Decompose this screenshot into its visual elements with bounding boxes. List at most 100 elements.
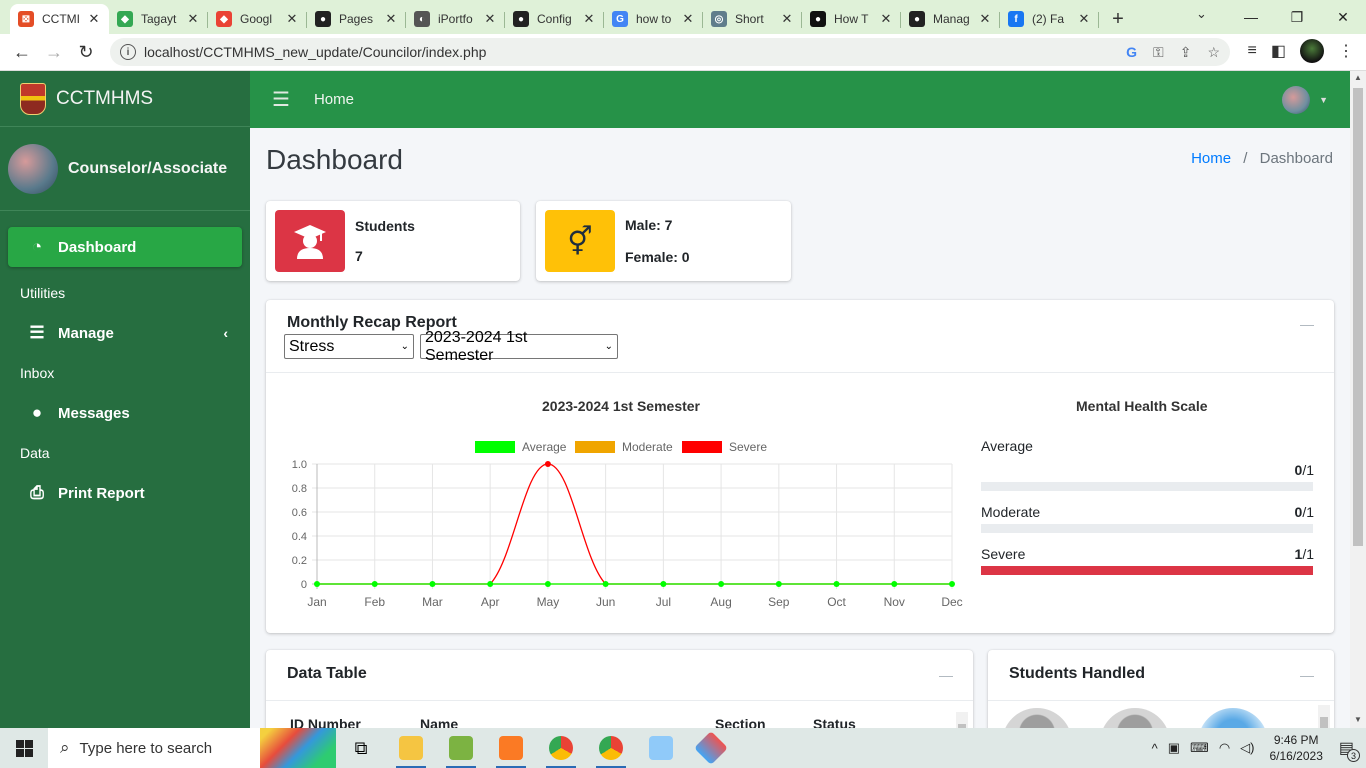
sidebar-item-dashboard[interactable]: ◔ Dashboard [8,227,242,267]
restore-icon[interactable]: ❐ [1274,0,1320,34]
sidebar-item-manage[interactable]: ☰ Manage ‹ [8,313,242,353]
gender-info-box: ⚥ Male: 7 Female: 0 [536,201,791,281]
close-tab-icon[interactable]: ✕ [978,11,992,27]
scroll-down-icon[interactable]: ▼ [1354,715,1362,724]
chrome-profile-icon[interactable] [586,728,636,768]
reload-icon[interactable]: ↻ [70,36,102,68]
brand[interactable]: CCTMHMS [0,71,250,127]
sidebar-item-messages[interactable]: ● Messages [8,393,242,433]
share-icon[interactable]: ⇪ [1180,44,1192,61]
scale-title: Mental Health Scale [1076,398,1208,414]
site-info-icon[interactable]: i [120,44,136,60]
table-scrollbar[interactable] [956,712,968,728]
task-view-icon[interactable]: ⧉ [336,728,386,768]
chevron-up-icon[interactable]: ^ [1152,741,1158,756]
user-menu-avatar[interactable] [1282,85,1310,114]
breadcrumb-home[interactable]: Home [1191,150,1231,167]
sidebar-item-print-report[interactable]: ⎙ Print Report [8,473,242,513]
browser-tab[interactable]: ◆ Tagayt ✕ [109,4,208,34]
browser-tab[interactable]: f (2) Fa ✕ [1000,4,1099,34]
hamburger-menu-icon[interactable]: ☰ [272,87,290,112]
nav-home-link[interactable]: Home [314,91,354,108]
close-tab-icon[interactable]: ✕ [681,11,695,27]
windows-start-icon[interactable] [0,728,48,768]
close-tab-icon[interactable]: ✕ [879,11,893,27]
close-tab-icon[interactable]: ✕ [384,11,398,27]
x-tick-label: Jan [307,595,326,609]
scale-value: 1/1 [1295,546,1314,562]
clock[interactable]: 9:46 PM 6/16/2023 [1269,732,1322,764]
collapse-handled-icon[interactable]: — [1300,667,1314,683]
minimize-icon[interactable]: — [1228,0,1274,34]
close-tab-icon[interactable]: ✕ [285,11,299,27]
student-avatar[interactable] [1002,708,1072,728]
back-icon[interactable]: ← [6,36,38,68]
device-icon[interactable]: ▣ [1168,740,1180,756]
browser-tab[interactable]: ◐ iPortfo ✕ [406,4,505,34]
taskbar-search[interactable]: ⌕ Type here to search [48,728,336,768]
col-status[interactable]: Status [813,716,856,728]
col-name[interactable]: Name [420,716,458,728]
tab-search-icon[interactable]: ⌄ [1196,6,1207,22]
scroll-up-icon[interactable]: ▲ [1354,73,1362,82]
card-divider [266,700,973,701]
content-wrapper: Dashboard Home / Dashboard Students 7 ⚥ … [250,128,1350,728]
close-window-icon[interactable]: ✕ [1320,0,1366,34]
key-icon[interactable]: ⚿ [1153,44,1164,61]
brand-logo [20,82,46,115]
collapse-recap-icon[interactable]: — [1300,316,1314,332]
chrome-icon[interactable] [536,728,586,768]
side-panel-icon[interactable]: ◧ [1271,41,1286,61]
git-icon[interactable] [686,728,736,768]
semester-select[interactable]: 2023-2024 1st Semester ⌄ [420,329,618,364]
col-section[interactable]: Section [715,716,766,728]
google-icon[interactable]: G [1126,44,1137,61]
user-panel[interactable]: Counselor/Associate [0,127,250,211]
address-bar[interactable]: i localhost/CCTMHMS_new_update/Councilor… [110,38,1230,66]
browser-tab[interactable]: ● Manag ✕ [901,4,1000,34]
menu-dots-icon[interactable]: ⋮ [1338,41,1354,61]
page-scrollbar[interactable]: ▲ ▼ [1350,71,1366,728]
profile-avatar[interactable] [1300,39,1324,63]
url-text: localhost/CCTMHMS_new_update/Councilor/i… [144,44,487,60]
tab-favicon-icon: ◆ [216,11,232,27]
close-tab-icon[interactable]: ✕ [582,11,596,27]
x-tick-label: Feb [364,595,385,609]
file-explorer-icon[interactable] [386,728,436,768]
handled-scroll-thumb[interactable] [1320,717,1328,728]
browser-tab[interactable]: ● Pages ✕ [307,4,406,34]
student-avatar[interactable] [1198,708,1268,728]
notification-icon[interactable]: ▤ 3 [1339,738,1360,762]
data-point [891,581,898,587]
bookmark-star-icon[interactable]: ☆ [1207,44,1220,61]
xampp-icon[interactable] [486,728,536,768]
close-tab-icon[interactable]: ✕ [1077,11,1091,27]
reading-list-icon[interactable]: ≡ [1248,42,1257,60]
volume-icon[interactable]: ◁) [1240,740,1254,756]
col-id-number[interactable]: ID Number [290,716,361,728]
caret-down-icon[interactable]: ▼ [1319,95,1328,105]
user-name[interactable]: Counselor/Associate [68,160,227,178]
student-avatar[interactable] [1100,708,1170,728]
close-tab-icon[interactable]: ✕ [483,11,497,27]
handled-scrollbar[interactable] [1318,705,1330,728]
wifi-icon[interactable]: ◠ [1219,740,1230,756]
page-scroll-thumb[interactable] [1353,88,1363,546]
type-select[interactable]: Stress ⌄ [284,334,414,359]
browser-tab[interactable]: ● How T ✕ [802,4,901,34]
close-tab-icon[interactable]: ✕ [186,11,200,27]
browser-tab[interactable]: ◆ Googl ✕ [208,4,307,34]
new-tab-button[interactable]: + [1103,4,1133,34]
browser-tab[interactable]: ● Config ✕ [505,4,604,34]
tab-favicon-icon: ● [909,11,925,27]
browser-tab[interactable]: Ghow to ✕ [604,4,703,34]
browser-tab[interactable]: ⊠ CCTMI ✕ [10,4,109,34]
app-icon[interactable] [636,728,686,768]
browser-tab[interactable]: ◎ Short ✕ [703,4,802,34]
collapse-table-icon[interactable]: — [939,667,953,683]
close-tab-icon[interactable]: ✕ [87,11,101,27]
close-tab-icon[interactable]: ✕ [780,11,794,27]
language-icon[interactable]: ⌨ [1190,740,1209,756]
forward-icon[interactable]: → [38,36,70,68]
notepad-icon[interactable] [436,728,486,768]
